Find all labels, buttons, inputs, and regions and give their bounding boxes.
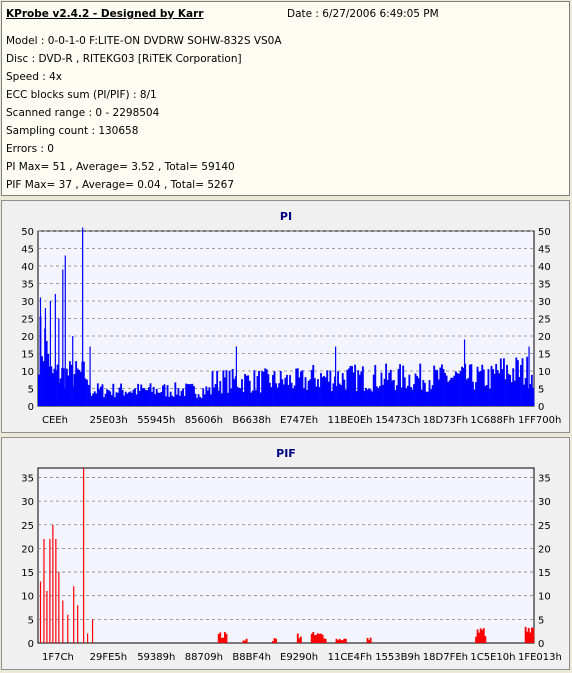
- pif-ytick-right: 35: [538, 473, 551, 484]
- pif-ytick-left: 15: [21, 568, 34, 579]
- pif-bar: [484, 636, 487, 643]
- pif-bar: [324, 638, 327, 643]
- pi-ytick-right: 40: [538, 262, 551, 273]
- pi-xtick: 15473Ch: [375, 415, 420, 426]
- pi-chart-panel: PI 0 0 5 5 10 10 15 15 20 20 25 25 30 30 35 35 40 40 45 45 50…: [1, 200, 570, 433]
- pif-xtick: 1553B9h: [375, 652, 420, 663]
- pif-ytick-left: 25: [21, 521, 34, 532]
- pif-xtick: 18D7FEh: [423, 652, 468, 663]
- pif-ytick-left: 20: [21, 544, 34, 555]
- pif-chart-panel: PIF 0 0 5 5 10 10 15 15 20 20 25 25 30 30 35 35 1F7Ch 29FE…: [1, 437, 570, 670]
- pif-ytick-right: 25: [538, 521, 551, 532]
- pif-ytick-right: 5: [538, 615, 544, 626]
- pi-xtick: 25E03h: [90, 415, 128, 426]
- pif-bar: [369, 637, 372, 643]
- pi-ytick-right: 35: [538, 280, 551, 291]
- pi-xtick: 11BE0Eh: [328, 415, 373, 426]
- pi-xtick: E747Eh: [280, 415, 318, 426]
- pi-xtick: 85606h: [185, 415, 223, 426]
- report-panel: KProbe v2.4.2 - Designed by Karr Date : …: [1, 1, 570, 196]
- pif-plot-area: [37, 467, 535, 644]
- pi-ytick-right: 10: [538, 367, 551, 378]
- pi-xtick: 55945h: [137, 415, 175, 426]
- pi-ytick-left: 50: [21, 227, 34, 238]
- pif-bar: [225, 633, 228, 643]
- pi-ytick-right: 45: [538, 245, 551, 256]
- pif-ytick-right: 10: [538, 592, 551, 603]
- pif-ytick-left: 10: [21, 592, 34, 603]
- pi-title: PI: [280, 210, 292, 223]
- pif-bar: [344, 638, 347, 643]
- pif-ytick-right: 20: [538, 544, 551, 555]
- pif-xtick: 29FE5h: [90, 652, 128, 663]
- pi-xtick: 18D73Fh: [423, 415, 468, 426]
- pif-title: PIF: [276, 447, 296, 460]
- pi-ytick-right: 0: [538, 402, 544, 413]
- pif-xtick: 59389h: [137, 652, 175, 663]
- pif-xtick: 11CE4Fh: [328, 652, 372, 663]
- pif-ytick-left: 30: [21, 497, 34, 508]
- pif-ytick-right: 15: [538, 568, 551, 579]
- report-date: Date : 6/27/2006 6:49:05 PM: [287, 8, 439, 20]
- pif-bar: [245, 638, 248, 643]
- model-line: Model : 0-0-1-0 F:LITE-ON DVDRW SOHW-832…: [6, 35, 282, 47]
- pif-xtick: B8BF4h: [232, 652, 271, 663]
- pi-ytick-left: 25: [21, 315, 34, 326]
- pif-xtick: 1C5E10h: [470, 652, 515, 663]
- pi-ytick-left: 5: [28, 385, 34, 396]
- pif-xtick: 1FE013h: [518, 652, 562, 663]
- ecc-line: ECC blocks sum (PI/PIF) : 8/1: [6, 89, 157, 101]
- pi-ytick-left: 30: [21, 297, 34, 308]
- pi-ytick-left: 45: [21, 245, 34, 256]
- pif-ytick-left: 5: [28, 615, 34, 626]
- pi-xtick: 1FF700h: [518, 415, 561, 426]
- pi-ytick-right: 20: [538, 332, 551, 343]
- pi-ytick-left: 20: [21, 332, 34, 343]
- pif-xtick: 1F7Ch: [42, 652, 74, 663]
- sampling-line: Sampling count : 130658: [6, 125, 139, 137]
- pif-bar: [532, 628, 535, 643]
- pi-chart: PI 0 0 5 5 10 10 15 15 20 20 25 25 30 30 35 35 40 40 45 45 50…: [21, 210, 561, 426]
- pi-ytick-right: 30: [538, 297, 551, 308]
- disc-line: Disc : DVD-R , RITEKG03 [RiTEK Corporati…: [6, 53, 242, 65]
- errors-line: Errors : 0: [6, 143, 54, 155]
- pi-xtick: CEEh: [42, 415, 68, 426]
- pi-bar: [532, 387, 535, 406]
- pi-ytick-left: 10: [21, 367, 34, 378]
- pi-ytick-left: 35: [21, 280, 34, 291]
- pif-ytick-left: 35: [21, 473, 34, 484]
- pif-chart: PIF 0 0 5 5 10 10 15 15 20 20 25 25 30 30 35 35 1F7Ch 29FE…: [21, 447, 562, 663]
- pi-ytick-left: 0: [28, 402, 34, 413]
- pif-bar: [299, 636, 302, 643]
- pi-summary-line: PI Max= 51 , Average= 3.52 , Total= 5914…: [6, 161, 235, 173]
- speed-line: Speed : 4x: [6, 71, 63, 83]
- pif-xtick: 88709h: [185, 652, 223, 663]
- pif-xtick: E9290h: [280, 652, 318, 663]
- pi-ytick-left: 15: [21, 350, 34, 361]
- range-line: Scanned range : 0 - 2298504: [6, 107, 160, 119]
- report-title: KProbe v2.4.2 - Designed by Karr: [6, 8, 204, 20]
- pif-summary-line: PIF Max= 37 , Average= 0.04 , Total= 526…: [6, 179, 235, 191]
- pif-bar: [275, 638, 277, 643]
- pi-ytick-right: 15: [538, 350, 551, 361]
- pif-ytick-right: 0: [538, 639, 544, 650]
- pi-ytick-right: 25: [538, 315, 551, 326]
- pi-ytick-right: 5: [538, 385, 544, 396]
- pi-ytick-left: 40: [21, 262, 34, 273]
- pif-ytick-left: 0: [28, 639, 34, 650]
- pif-ytick-right: 30: [538, 497, 551, 508]
- pi-xtick: B6638h: [232, 415, 271, 426]
- pi-ytick-right: 50: [538, 227, 551, 238]
- pi-xtick: 1C688Fh: [470, 415, 515, 426]
